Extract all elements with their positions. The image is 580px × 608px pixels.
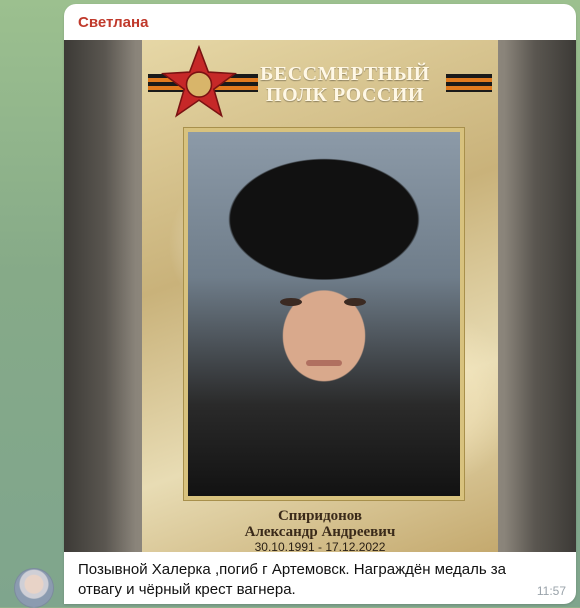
poster-title-line2: ПОЛК РОССИИ <box>266 84 424 106</box>
portrait-eye-left <box>280 298 302 306</box>
portrait-mouth <box>306 360 342 366</box>
memorial-poster: БЕССМЕРТНЫЙ ПОЛК РОССИИ Спиридонов Алекс… <box>142 40 498 554</box>
poster-given-names: Александр Андреевич <box>244 524 396 540</box>
sender-name[interactable]: Светлана <box>78 14 148 31</box>
portrait-eye-right <box>344 298 366 306</box>
poster-title: БЕССМЕРТНЫЙ ПОЛК РОССИИ <box>250 64 440 106</box>
message-time: 11:57 <box>536 584 566 598</box>
poster-surname: Спиридонов <box>277 508 363 524</box>
st-george-ribbon-right <box>446 74 492 92</box>
red-star-emblem-icon <box>160 44 238 118</box>
poster-title-line1: БЕССМЕРТНЫЙ <box>260 63 430 85</box>
portrait-frame <box>183 127 465 501</box>
poster-dates: 30.10.1991 - 17.12.2022 <box>254 540 386 554</box>
message-caption: Позывной Халерка ,погиб г Артемовск. Наг… <box>78 561 507 598</box>
portrait-photo <box>188 132 460 496</box>
message-photo[interactable]: БЕССМЕРТНЫЙ ПОЛК РОССИИ Спиридонов Алекс… <box>64 40 576 554</box>
message-bubble[interactable]: Светлана БЕССМЕРТНЫЙ ПОЛК РОССИИ Спиридо <box>64 4 576 604</box>
avatar[interactable] <box>14 568 54 608</box>
